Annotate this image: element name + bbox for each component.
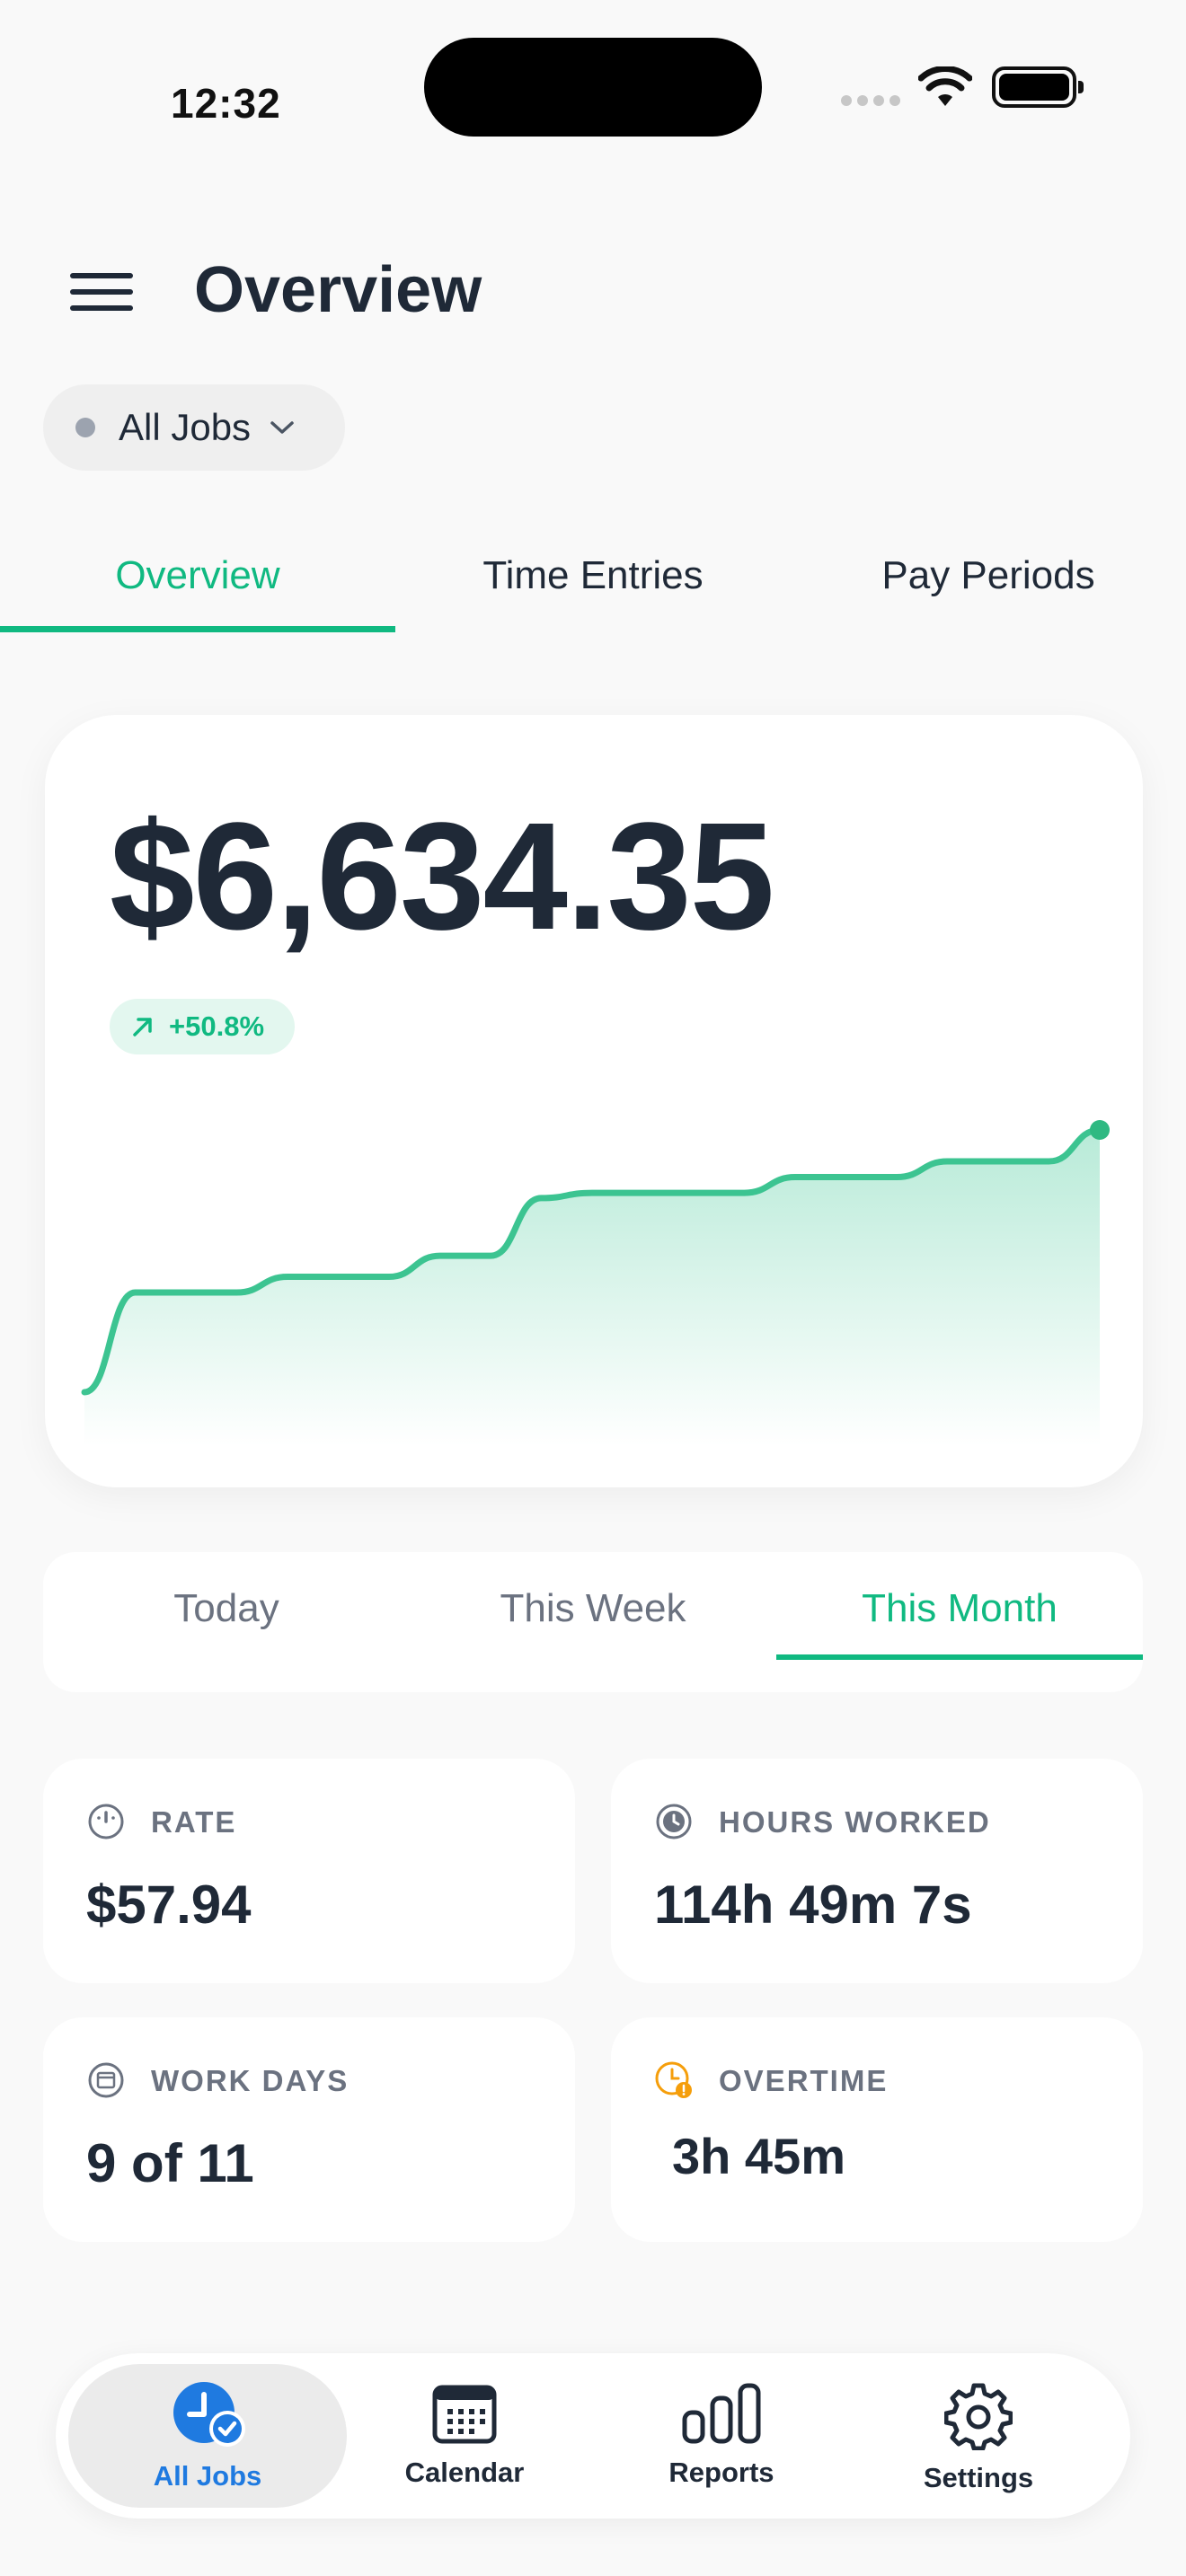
nav-item-calendar[interactable]: Calendar	[336, 2382, 593, 2489]
nav-item-settings[interactable]: Settings	[850, 2382, 1107, 2494]
job-filter-dropdown[interactable]: All Jobs	[43, 384, 345, 471]
battery-icon	[992, 66, 1084, 108]
nav-label-calendar: Calendar	[404, 2457, 525, 2488]
clock-icon	[656, 1804, 692, 1839]
trend-up-arrow-icon	[133, 1018, 152, 1037]
cellular-signal-icon	[841, 95, 900, 106]
nav-item-reports[interactable]: Reports	[593, 2382, 850, 2489]
period-tab-this-month[interactable]: This Month	[776, 1552, 1143, 1692]
status-time: 12:32	[171, 80, 281, 127]
page-title: Overview	[194, 254, 482, 326]
nav-item-all-jobs[interactable]: All Jobs	[79, 2382, 336, 2492]
tab-pay-periods[interactable]: Pay Periods	[791, 539, 1186, 632]
period-tab-this-week[interactable]: This Week	[410, 1552, 776, 1692]
gear-icon	[943, 2383, 1013, 2451]
job-filter-label: All Jobs	[119, 406, 252, 448]
tab-overview[interactable]: Overview	[0, 539, 395, 632]
overtime-value: 3h 45m	[672, 2128, 845, 2184]
wifi-icon	[918, 66, 972, 106]
calendar-icon	[432, 2385, 497, 2444]
earnings-amount: $6,634.35	[110, 791, 774, 962]
rate-card[interactable]: RATE $57.94	[43, 1759, 575, 1983]
hours-worked-card[interactable]: HOURS WORKED 114h 49m 7s	[611, 1759, 1143, 1983]
speedometer-icon	[88, 1804, 124, 1839]
change-percent: +50.8%	[169, 1010, 265, 1042]
period-tab-today[interactable]: Today	[43, 1552, 410, 1692]
chart-area-fill	[84, 1130, 1100, 1446]
overtime-label: OVERTIME	[719, 2064, 889, 2097]
hours-worked-value: 114h 49m 7s	[654, 1875, 972, 1935]
work-days-card[interactable]: WORK DAYS 9 of 11	[43, 2017, 575, 2242]
chevron-down-icon	[270, 421, 294, 434]
clock-check-icon	[173, 2382, 245, 2447]
change-badge: +50.8%	[110, 999, 296, 1054]
period-tabs: Today This Week This Month	[43, 1552, 1143, 1692]
nav-label-reports: Reports	[668, 2457, 774, 2488]
job-status-dot	[75, 418, 95, 437]
nav-label-all-jobs: All Jobs	[153, 2460, 262, 2492]
earnings-chart	[81, 1120, 1110, 1446]
clock-alert-icon	[655, 2061, 692, 2098]
work-days-value: 9 of 11	[86, 2133, 254, 2193]
overtime-card[interactable]: OVERTIME 3h 45m	[611, 2017, 1143, 2242]
hamburger-menu-icon[interactable]	[70, 273, 133, 311]
rate-value: $57.94	[86, 1875, 252, 1935]
dynamic-island	[424, 38, 762, 137]
hours-worked-label: HOURS WORKED	[719, 1805, 991, 1839]
bar-chart-icon	[682, 2383, 761, 2444]
nav-label-settings: Settings	[923, 2462, 1034, 2493]
calendar-icon	[88, 2062, 124, 2098]
main-tabs: Overview Time Entries Pay Periods	[0, 539, 1186, 632]
work-days-label: WORK DAYS	[151, 2064, 350, 2097]
tab-time-entries[interactable]: Time Entries	[395, 539, 791, 632]
rate-label: RATE	[151, 1805, 237, 1839]
chart-end-point	[1090, 1120, 1110, 1140]
